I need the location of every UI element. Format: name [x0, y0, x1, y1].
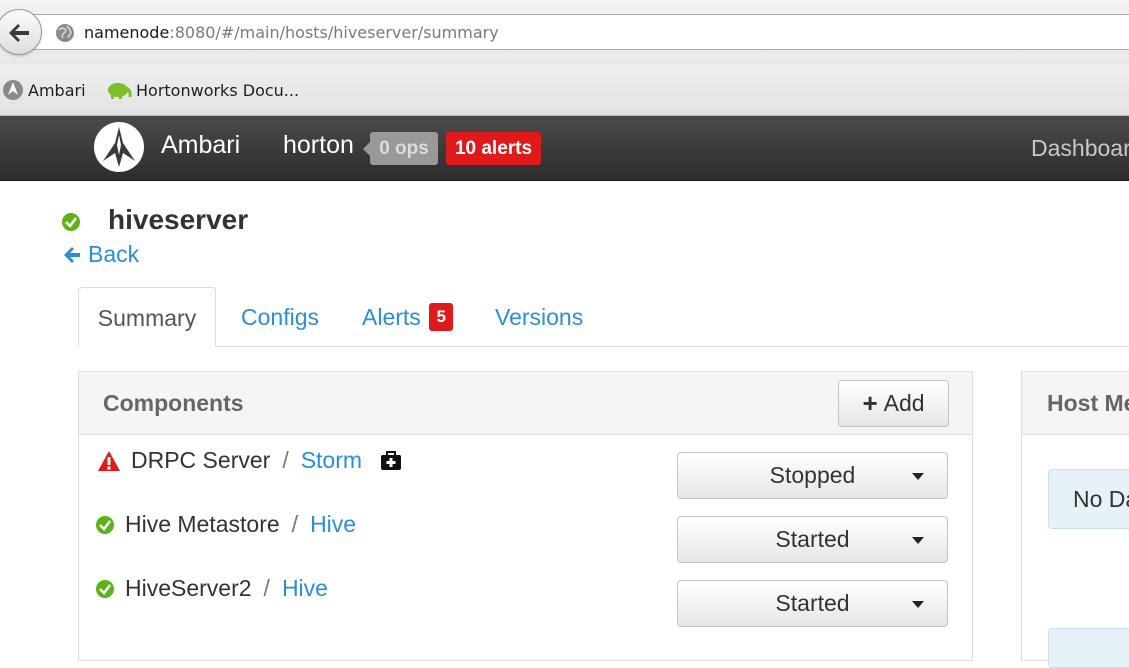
tab-alerts[interactable]: Alerts 5 — [362, 287, 454, 347]
component-name: DRPC Server — [131, 447, 271, 473]
ambari-favicon-icon — [3, 80, 23, 100]
service-link-storm[interactable]: Storm — [301, 447, 362, 474]
alerts-count-badge: 5 — [429, 302, 454, 331]
back-link[interactable]: Back — [62, 241, 139, 268]
add-component-button[interactable]: + Add — [838, 380, 949, 427]
components-title: Components — [103, 390, 244, 416]
component-row-hive-metastore: Hive Metastore / Hive Started — [79, 501, 972, 563]
component-row-drpc-server: DRPC Server / Storm Stopped — [79, 437, 972, 499]
browser-address-bar: namenode:8080/#/main/hosts/hiveserver/su… — [0, 0, 1129, 64]
bookmarks-bar: Ambari Hortonworks Docu... — [0, 64, 1129, 116]
separator: / — [291, 511, 299, 537]
status-dropdown-hive-metastore[interactable]: Started — [677, 516, 948, 563]
check-circle-icon — [62, 213, 80, 231]
ops-badge[interactable]: 0 ops — [363, 132, 438, 165]
check-circle-icon — [96, 579, 114, 598]
status-dropdown-hiveserver2[interactable]: Started — [677, 580, 948, 627]
component-name: HiveServer2 — [125, 575, 252, 601]
globe-icon — [56, 24, 74, 42]
ambari-logo-icon[interactable] — [93, 121, 145, 173]
tabs-divider — [78, 346, 1129, 347]
caret-down-icon — [912, 601, 924, 608]
medkit-icon — [381, 450, 402, 470]
host-metrics-title: Host Me — [1047, 390, 1129, 416]
check-circle-icon — [96, 515, 114, 534]
separator: / — [263, 575, 270, 601]
bookmark-ambari[interactable]: Ambari — [2, 79, 86, 101]
warning-icon — [98, 450, 120, 471]
brand-name[interactable]: Ambari — [161, 131, 240, 160]
elephant-icon — [108, 83, 132, 99]
ambari-navbar: Ambari horton — [0, 116, 1129, 181]
bookmark-hortonworks-docs[interactable]: Hortonworks Docu... — [106, 79, 299, 101]
cluster-name[interactable]: horton — [283, 131, 354, 160]
plus-icon: + — [862, 388, 878, 418]
arrow-left-icon — [64, 246, 80, 263]
service-link-hive[interactable]: Hive — [310, 511, 356, 538]
tab-configs[interactable]: Configs — [241, 287, 319, 347]
url-field[interactable]: namenode:8080/#/main/hosts/hiveserver/su… — [30, 14, 1129, 50]
arrow-left-icon — [9, 24, 29, 42]
url-text: namenode:8080/#/main/hosts/hiveserver/su… — [84, 23, 499, 42]
alerts-badge[interactable]: 10 alerts — [446, 132, 541, 165]
no-data-text: No Da — [1073, 486, 1129, 512]
service-link-hive[interactable]: Hive — [282, 575, 328, 602]
host-metrics-header: Host Me — [1022, 372, 1129, 435]
component-row-hiveserver2: HiveServer2 / Hive Started — [79, 565, 972, 627]
status-dropdown-drpc-server[interactable]: Stopped — [677, 452, 948, 499]
separator: / — [282, 447, 289, 473]
caret-down-icon — [912, 537, 924, 544]
nav-dashboard-link[interactable]: Dashboar — [1031, 135, 1129, 162]
components-panel-header: Components + Add — [79, 372, 972, 435]
host-metrics-panel: Host Me No Da — [1021, 371, 1129, 668]
tab-versions[interactable]: Versions — [495, 287, 583, 347]
page-title: hiveserver — [108, 204, 249, 235]
component-name: Hive Metastore — [125, 511, 280, 537]
metrics-info-box — [1048, 628, 1129, 668]
components-panel: Components + Add DRPC Server / Storm Sto… — [78, 371, 973, 661]
no-data-alert: No Da — [1048, 469, 1129, 529]
tab-summary[interactable]: Summary — [78, 287, 216, 347]
caret-down-icon — [912, 473, 924, 480]
